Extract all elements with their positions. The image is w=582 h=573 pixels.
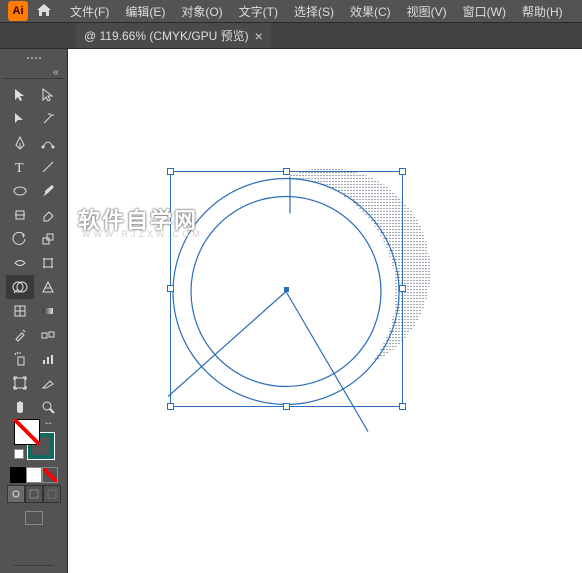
panel-grip[interactable] xyxy=(14,57,54,63)
draw-inside[interactable] xyxy=(43,485,61,503)
draw-modes xyxy=(7,485,61,503)
symbol-sprayer-tool[interactable] xyxy=(6,347,34,371)
menu-type[interactable]: 文字(T) xyxy=(231,1,286,22)
magic-wand-tool[interactable] xyxy=(34,107,62,131)
scale-tool[interactable] xyxy=(34,227,62,251)
fill-swatch[interactable] xyxy=(14,419,40,445)
app-icon: Ai xyxy=(8,1,28,21)
ellipse-tool[interactable] xyxy=(6,179,34,203)
color-black[interactable] xyxy=(10,467,26,483)
graph-tool[interactable] xyxy=(34,347,62,371)
close-icon[interactable]: × xyxy=(255,29,263,43)
screen-mode-row xyxy=(25,511,43,525)
menu-bar: Ai 文件(F) 编辑(E) 对象(O) 文字(T) 选择(S) 效果(C) 视… xyxy=(0,0,582,23)
menu-help[interactable]: 帮助(H) xyxy=(514,1,571,22)
handle-ne[interactable] xyxy=(399,168,406,175)
artboard-tool[interactable] xyxy=(6,371,34,395)
shape-builder-tool[interactable] xyxy=(6,275,34,299)
eraser-tool[interactable] xyxy=(34,203,62,227)
document-tab-title: @ 119.66% (CMYK/GPU 预览) xyxy=(84,27,249,44)
screen-mode-button[interactable] xyxy=(25,511,43,525)
tool-panel: « T xyxy=(0,49,68,573)
mesh-tool[interactable] xyxy=(6,299,34,323)
menu-view[interactable]: 视图(V) xyxy=(399,1,455,22)
panel-collapse-button[interactable]: « xyxy=(3,67,65,79)
handle-nw[interactable] xyxy=(167,168,174,175)
width-tool[interactable] xyxy=(6,251,34,275)
rotate-tool[interactable] xyxy=(6,227,34,251)
panel-footer-grip[interactable] xyxy=(14,565,54,573)
handle-n[interactable] xyxy=(283,168,290,175)
selection-tool[interactable] xyxy=(6,83,34,107)
svg-text:T: T xyxy=(15,161,24,175)
handle-sw[interactable] xyxy=(167,403,174,410)
menu-edit[interactable]: 编辑(E) xyxy=(117,1,173,22)
shaper-tool[interactable] xyxy=(6,203,34,227)
handle-e[interactable] xyxy=(399,285,406,292)
brush-tool[interactable] xyxy=(34,179,62,203)
color-none[interactable] xyxy=(42,467,58,483)
fill-stroke-indicator[interactable]: ↔ xyxy=(14,419,54,459)
handle-se[interactable] xyxy=(399,403,406,410)
canvas[interactable]: 软件自学网 WWW.RJZXW.COM xyxy=(68,49,582,573)
curvature-tool[interactable] xyxy=(34,131,62,155)
document-tab[interactable]: @ 119.66% (CMYK/GPU 预览) × xyxy=(76,23,271,48)
default-fill-stroke-icon[interactable] xyxy=(14,449,24,459)
group-selection-tool[interactable] xyxy=(6,107,34,131)
menu-window[interactable]: 窗口(W) xyxy=(455,1,514,22)
document-tab-bar: @ 119.66% (CMYK/GPU 预览) × xyxy=(0,23,582,49)
selection-center xyxy=(284,287,289,292)
menu-file[interactable]: 文件(F) xyxy=(62,1,117,22)
color-mode-row xyxy=(10,467,58,483)
hand-tool[interactable] xyxy=(6,395,34,419)
line-tool[interactable] xyxy=(34,155,62,179)
handle-w[interactable] xyxy=(167,285,174,292)
menu-object[interactable]: 对象(O) xyxy=(173,1,230,22)
zoom-tool[interactable] xyxy=(34,395,62,419)
swap-fill-stroke-icon[interactable]: ↔ xyxy=(44,417,54,428)
draw-behind[interactable] xyxy=(25,485,43,503)
draw-normal[interactable] xyxy=(7,485,25,503)
handle-s[interactable] xyxy=(283,403,290,410)
menu-select[interactable]: 选择(S) xyxy=(286,1,342,22)
color-white[interactable] xyxy=(26,467,42,483)
home-icon[interactable] xyxy=(36,3,52,20)
menu-effect[interactable]: 效果(C) xyxy=(342,1,399,22)
type-tool[interactable]: T xyxy=(6,155,34,179)
free-transform-tool[interactable] xyxy=(34,251,62,275)
direct-selection-tool[interactable] xyxy=(34,83,62,107)
eyedropper-tool[interactable] xyxy=(6,323,34,347)
blend-tool[interactable] xyxy=(34,323,62,347)
gradient-tool[interactable] xyxy=(34,299,62,323)
perspective-tool[interactable] xyxy=(34,275,62,299)
pen-tool[interactable] xyxy=(6,131,34,155)
watermark-sub: WWW.RJZXW.COM xyxy=(82,229,202,239)
slice-tool[interactable] xyxy=(34,371,62,395)
